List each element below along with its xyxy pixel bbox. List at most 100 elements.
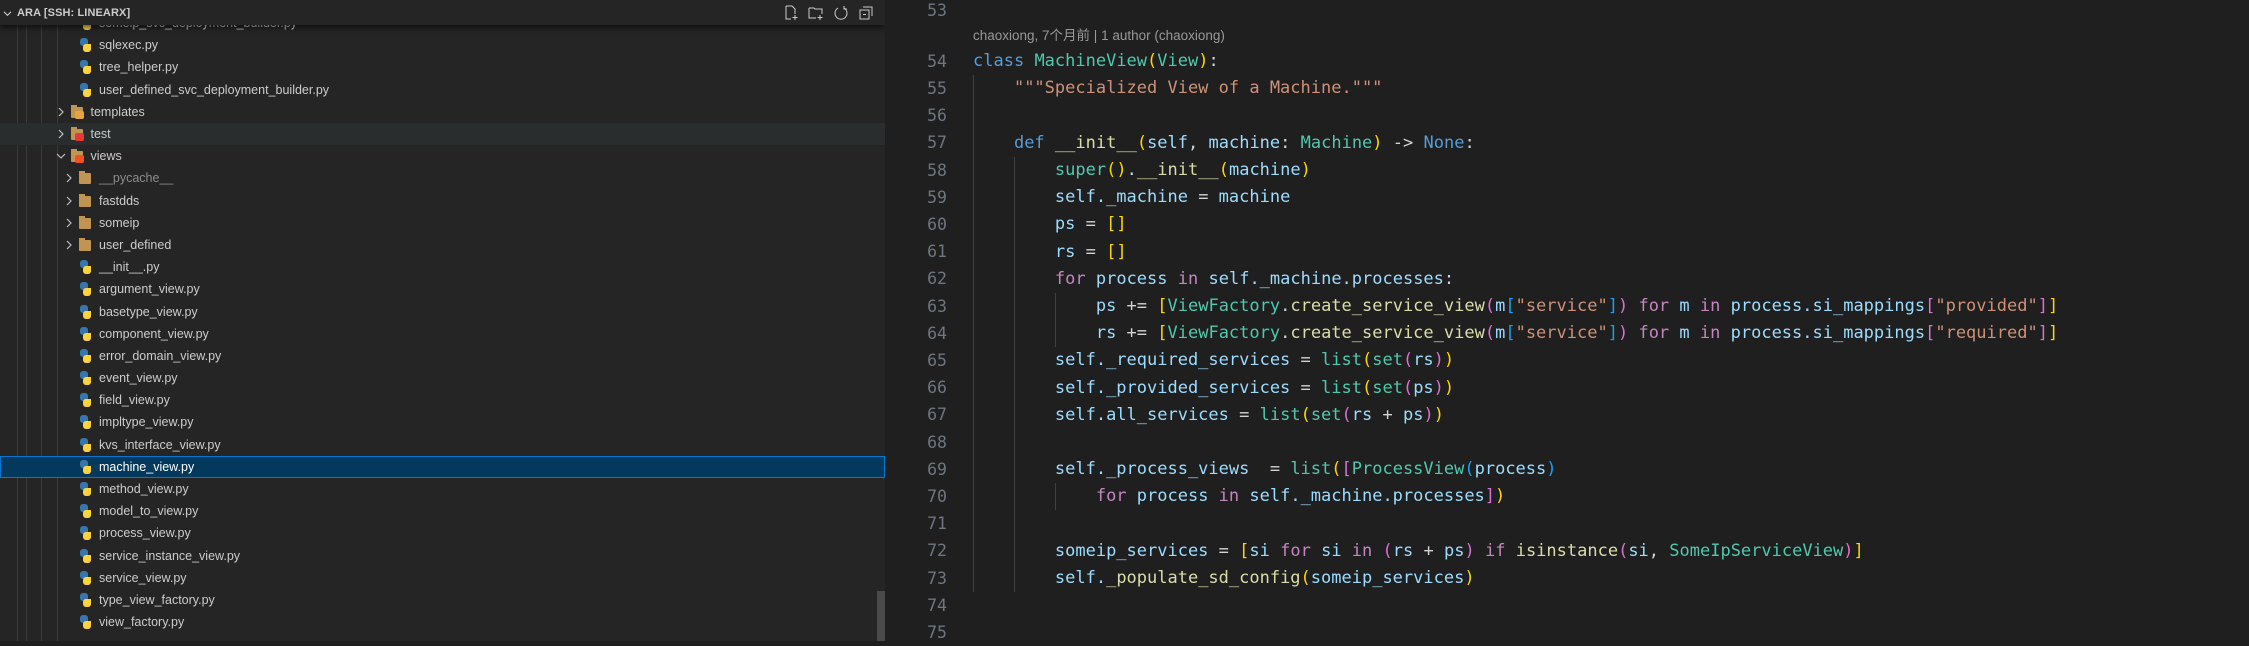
chevron-right-icon[interactable] <box>61 193 77 209</box>
tree-file[interactable]: service_view.py <box>0 567 885 589</box>
tree-item-label: component_view.py <box>99 326 209 341</box>
tree-folder[interactable]: templates <box>0 101 885 123</box>
line-number: 65 <box>927 350 947 370</box>
line-number: 66 <box>927 378 947 398</box>
code-token: = <box>1075 241 1107 262</box>
chevron-right-icon[interactable] <box>61 237 77 253</box>
git-blame-codelens[interactable]: chaoxiong, 7个月前 | 1 author (chaoxiong) <box>973 24 1225 44</box>
tree-file[interactable]: model_to_view.py <box>0 500 885 522</box>
code-token: self._machine.processes <box>1208 268 1444 289</box>
tree-file[interactable]: service_instance_view.py <box>0 545 885 567</box>
code-token: [ <box>1925 296 1936 317</box>
code-token: ) <box>1546 459 1557 480</box>
tree-folder[interactable]: someip <box>0 212 885 234</box>
code-token: self.all_services <box>1054 404 1229 425</box>
code-token: m <box>1669 296 1700 317</box>
code-token: ] <box>2047 323 2059 344</box>
chevron-down-icon[interactable] <box>53 148 69 164</box>
tree-file[interactable]: component_view.py <box>0 323 885 345</box>
code-token: for <box>1280 540 1311 561</box>
code-token: m <box>1495 296 1506 317</box>
tree-file[interactable]: error_domain_view.py <box>0 345 885 367</box>
code-token: [ <box>1505 296 1516 317</box>
chevron-right-icon[interactable] <box>61 170 77 186</box>
code-token: ( <box>1300 568 1311 589</box>
tree-file[interactable]: view_factory.py <box>0 611 885 633</box>
tree-file[interactable]: machine_view.py <box>0 455 885 478</box>
collapse-all-icon[interactable] <box>856 3 875 22</box>
tree-folder[interactable]: user_defined <box>0 234 885 256</box>
chevron-down-icon[interactable] <box>3 9 12 17</box>
code-token: ( <box>1341 404 1352 425</box>
code-token: Machine <box>1300 132 1373 153</box>
scrollbar-thumb[interactable] <box>877 591 885 641</box>
code-token: . <box>1280 323 1291 344</box>
tree-folder[interactable]: __pycache__ <box>0 167 885 189</box>
code-line: 53 <box>885 0 2249 24</box>
chevron-right-icon[interactable] <box>53 126 69 142</box>
code-token: [ <box>1341 459 1352 480</box>
tree-file[interactable]: event_view.py <box>0 367 885 389</box>
tree-file[interactable]: argument_view.py <box>0 278 885 300</box>
line-number: 69 <box>927 459 947 479</box>
code-editor[interactable]: chaoxiong, 7个月前 | 1 author (chaoxiong) 53… <box>885 0 2249 642</box>
tree-file[interactable]: type_view_factory.py <box>0 589 885 611</box>
refresh-icon[interactable] <box>831 3 850 22</box>
new-folder-icon[interactable] <box>806 3 825 22</box>
code-token: ) <box>1464 540 1475 561</box>
new-file-icon[interactable] <box>781 3 800 22</box>
tree-file[interactable]: __init__.py <box>0 256 885 278</box>
tree-item-label: sqlexec.py <box>99 38 159 53</box>
tree-folder[interactable]: views <box>0 145 885 167</box>
line-number: 71 <box>927 514 947 534</box>
tree-folder[interactable]: fastdds <box>0 190 885 212</box>
code-line: 60 ps = [] <box>885 211 2249 238</box>
tree-file[interactable]: method_view.py <box>0 478 885 500</box>
python-file-icon <box>77 437 93 453</box>
python-file-icon <box>77 570 93 586</box>
code-text: rs = [] <box>973 242 1127 262</box>
code-token: ( <box>1484 296 1496 317</box>
tree-file[interactable]: impltype_view.py <box>0 411 885 433</box>
code-token: class <box>973 51 1025 72</box>
explorer-header[interactable]: ARA [SSH: LINEARX] <box>0 0 885 25</box>
tree-item-label: tree_helper.py <box>99 60 179 75</box>
tree-item-label: field_view.py <box>99 393 170 408</box>
python-file-icon <box>77 481 93 497</box>
code-token: create_service_view <box>1290 323 1485 344</box>
chevron-right-icon[interactable] <box>53 104 69 120</box>
code-token: rs <box>1351 404 1373 425</box>
code-token: set <box>1310 404 1342 425</box>
tree-file[interactable]: user_defined_svc_deployment_builder.py <box>0 79 885 101</box>
code-line: 65 self._required_services = list(set(rs… <box>885 347 2249 374</box>
chevron-right-icon[interactable] <box>61 215 77 231</box>
code-token: ] <box>2047 296 2059 317</box>
line-number: 54 <box>927 51 947 71</box>
python-file-icon <box>77 304 93 320</box>
code-token: ) <box>1464 568 1475 589</box>
tree-folder[interactable]: test <box>0 122 885 146</box>
code-token: ] <box>2037 296 2048 317</box>
tree-file[interactable]: field_view.py <box>0 389 885 411</box>
tree-file[interactable]: basetype_view.py <box>0 300 885 322</box>
tree-item-label: __init__.py <box>99 260 160 275</box>
code-token: m <box>1495 323 1506 344</box>
tree-file[interactable]: tree_helper.py <box>0 56 885 78</box>
tree-file[interactable]: sqlexec.py <box>0 34 885 56</box>
code-token: ( <box>1300 404 1311 425</box>
code-line: 75 <box>885 619 2249 646</box>
folder-icon <box>77 193 93 209</box>
python-file-icon <box>77 281 93 297</box>
tree-file[interactable]: kvs_interface_view.py <box>0 434 885 456</box>
tree-file[interactable]: process_view.py <box>0 522 885 544</box>
